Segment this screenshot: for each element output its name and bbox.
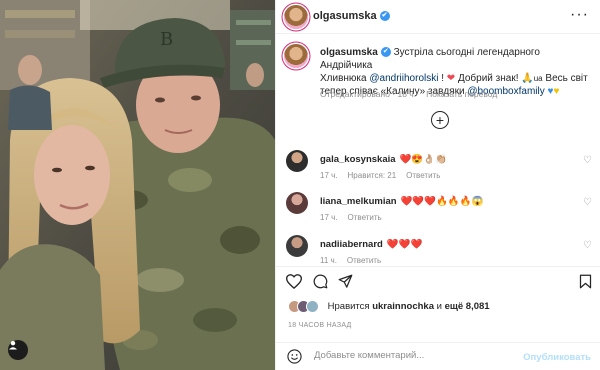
likes-prefix: Нравится xyxy=(327,301,373,313)
praying-hands-emoji: 🙏 xyxy=(521,73,534,84)
comment-meta: 11 ч. Ответить xyxy=(320,256,391,265)
comment-body: nadiiabernard ❤️❤️❤️ xyxy=(320,239,422,250)
likes-middle: и xyxy=(433,301,445,313)
comment-text: ❤️❤️❤️🔥🔥🔥😱 xyxy=(400,196,484,207)
post-time-ago[interactable]: 18 ЧАСОВ НАЗАД xyxy=(288,322,352,329)
like-comment-heart-icon[interactable]: ♡ xyxy=(583,240,592,251)
post-actions-bar xyxy=(276,266,600,296)
comment-meta: 17 ч. Нравится: 21 Ответить xyxy=(320,171,450,180)
likes-summary: Нравится ukrainnochka и ещё 8,081 xyxy=(288,300,490,313)
liker-avatar xyxy=(306,300,319,313)
caption-verified-badge-icon: ✔ xyxy=(380,47,391,58)
commenter-username[interactable]: liana_melkumian xyxy=(320,196,397,207)
comment-text: ❤️❤️❤️ xyxy=(386,239,423,250)
commenter-avatar[interactable] xyxy=(286,192,308,214)
post-header: olgasumska ✔ ··· xyxy=(276,0,600,34)
save-bookmark-icon[interactable] xyxy=(579,274,592,289)
photo-illustration: B xyxy=(0,0,275,370)
reply-button[interactable]: Ответить xyxy=(348,213,382,222)
author-username-text[interactable]: olgasumska xyxy=(313,10,377,22)
share-paper-plane-icon[interactable] xyxy=(338,274,353,289)
likes-count-link[interactable]: ещё 8,081 xyxy=(445,301,490,312)
liker-username[interactable]: ukrainnochka xyxy=(372,301,434,312)
author-username[interactable]: olgasumska ✔ xyxy=(313,10,390,22)
plus-icon: + xyxy=(435,112,445,128)
reply-button[interactable]: Ответить xyxy=(406,171,440,180)
comment-time[interactable]: 17 ч. xyxy=(320,171,338,180)
verified-badge-icon: ✔ xyxy=(379,11,390,22)
comment-bubble-icon[interactable] xyxy=(313,274,328,289)
comment-time[interactable]: 11 ч. xyxy=(320,256,337,265)
ua-flag-emoji: ua xyxy=(533,74,543,83)
comment-body: gala_kosynskaia ❤️😍👌🏼👏🏼 xyxy=(320,154,447,165)
caption-avatar[interactable] xyxy=(284,44,308,68)
publish-button[interactable]: Опубликовать xyxy=(523,352,591,363)
yellow-heart-emoji: ♥ xyxy=(553,86,560,97)
tagged-users-button[interactable] xyxy=(8,340,28,360)
svg-text:B: B xyxy=(160,29,173,50)
comment-text: ❤️😍👌🏼👏🏼 xyxy=(399,154,447,165)
caption-text-3: ! xyxy=(438,73,447,84)
caption-text-5: Весь світ xyxy=(542,73,588,84)
caption-text-2: Хливнюка xyxy=(320,73,370,84)
caption-author[interactable]: olgasumska xyxy=(320,47,378,58)
reply-button[interactable]: Ответить xyxy=(347,256,381,265)
comment-like-count[interactable]: Нравится: 21 xyxy=(348,171,397,180)
more-options-icon[interactable]: ··· xyxy=(570,6,589,24)
edited-label: Отредактировано · 18 ч. xyxy=(320,89,417,99)
emoji-smiley-icon[interactable] xyxy=(287,349,302,364)
load-more-comments-button[interactable]: + xyxy=(431,111,449,129)
comment-body: liana_melkumian ❤️❤️❤️🔥🔥🔥😱 xyxy=(320,196,483,207)
red-heart-emoji: ❤ xyxy=(446,73,456,84)
commenter-username[interactable]: nadiiabernard xyxy=(320,239,383,250)
caption-meta: Отредактировано · 18 ч. Показать перевод xyxy=(320,89,497,99)
comment-meta: 17 ч. Ответить xyxy=(320,213,392,222)
user-icon xyxy=(9,341,17,350)
commenter-avatar[interactable] xyxy=(286,150,308,172)
like-heart-icon[interactable] xyxy=(286,274,302,289)
add-comment-input[interactable] xyxy=(312,349,526,362)
author-avatar[interactable] xyxy=(284,5,308,29)
caption-text-4: Добрий знак! xyxy=(455,73,522,84)
add-comment-bar: Опубликовать xyxy=(276,342,600,370)
comment-time[interactable]: 17 ч. xyxy=(320,213,338,222)
like-comment-heart-icon[interactable]: ♡ xyxy=(583,155,592,166)
commenter-avatar[interactable] xyxy=(286,235,308,257)
see-translation-link[interactable]: Показать перевод xyxy=(426,89,497,99)
mention-andriihorolski[interactable]: @andriihorolski xyxy=(369,73,438,84)
like-comment-heart-icon[interactable]: ♡ xyxy=(583,197,592,208)
post-details-panel: olgasumska ✔ ··· olgasumska ✔ Зустріла сьо… xyxy=(275,0,600,370)
commenter-username[interactable]: gala_kosynskaia xyxy=(320,154,396,165)
post-photo[interactable]: B xyxy=(0,0,275,370)
